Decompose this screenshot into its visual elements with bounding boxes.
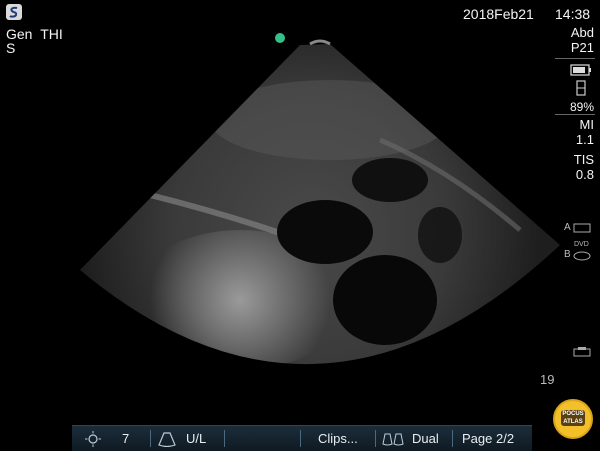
- near-field-tissue: [210, 80, 450, 160]
- separator: [224, 430, 225, 447]
- control-bar: 7 U/L Clips... Dual Page 2/2: [72, 425, 532, 451]
- chamber-aorta: [333, 255, 437, 345]
- sector-shape-icon: [158, 431, 176, 447]
- badge-line1: POCUS: [562, 411, 584, 417]
- probe-label: P21: [570, 40, 594, 55]
- chamber-outflow: [352, 158, 428, 202]
- separator: [375, 430, 376, 447]
- ultrasound-image: [80, 39, 560, 365]
- exam-label: Abd: [570, 25, 594, 40]
- orientation-value: U/L: [186, 431, 207, 446]
- orientation-control[interactable]: U/L: [158, 426, 206, 451]
- dual-label: Dual: [412, 431, 439, 446]
- printer-icon: [573, 347, 591, 357]
- tis-value: 0.8: [575, 167, 594, 182]
- connection-icon: [576, 80, 586, 96]
- separator: [150, 430, 151, 447]
- badge-line2: ATLAS: [563, 419, 583, 425]
- mi-label: MI: [579, 117, 594, 132]
- panel-divider: [555, 58, 595, 59]
- dvd-label: DVD: [574, 241, 589, 248]
- a-label: A: [564, 222, 571, 233]
- gain-sun-icon: [85, 430, 101, 447]
- chamber-small: [418, 207, 462, 263]
- record-a-icon: [573, 223, 591, 233]
- record-b-icon: [573, 251, 591, 261]
- pocus-atlas-badge: POCUS ATLAS: [553, 399, 593, 439]
- tis-label: TIS: [573, 152, 594, 167]
- battery-percent: 89%: [569, 100, 594, 114]
- gain-value: 7: [122, 431, 130, 446]
- separator: [452, 430, 453, 447]
- page-button[interactable]: Page 2/2: [462, 426, 514, 451]
- gain-control[interactable]: 7: [84, 426, 129, 451]
- ultrasound-screen: Gen THI S 2018Feb21 14:38 Abd P21 89% MI…: [0, 0, 600, 451]
- battery-icon: [570, 64, 591, 76]
- b-label: B: [564, 249, 571, 260]
- panel-divider: [555, 114, 595, 115]
- separator: [300, 430, 301, 447]
- dual-button[interactable]: Dual: [382, 426, 439, 451]
- clips-button[interactable]: Clips...: [318, 426, 358, 451]
- depth-label: 19: [540, 372, 555, 387]
- atlas-badge-text: POCUS ATLAS: [561, 410, 585, 426]
- chamber-left-atrium: [277, 200, 373, 264]
- mi-value: 1.1: [575, 132, 594, 147]
- transducer-surface: [309, 39, 331, 46]
- dual-display-icon: [382, 433, 404, 445]
